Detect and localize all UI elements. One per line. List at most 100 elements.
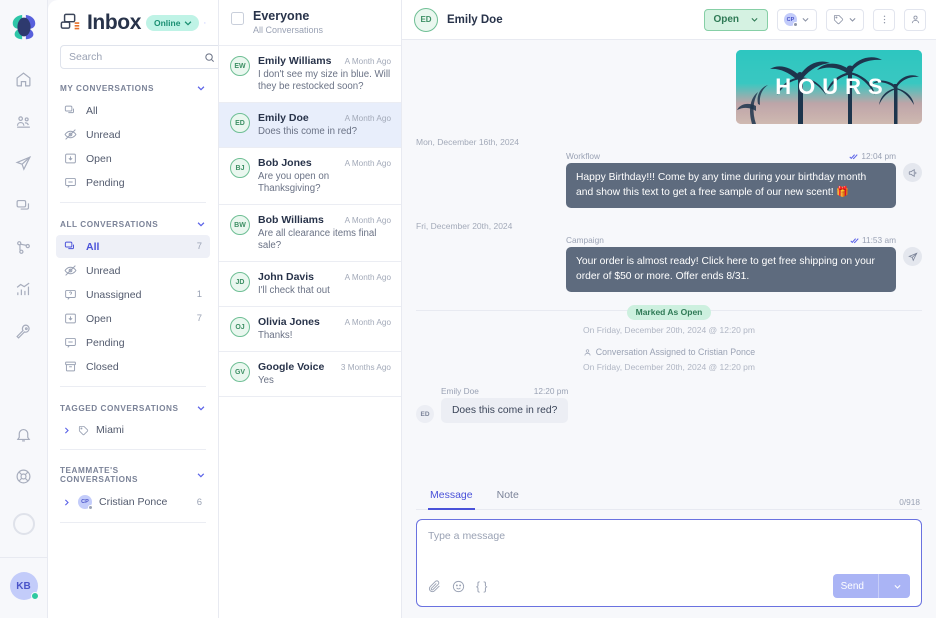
- inbox-down-icon: [64, 152, 77, 165]
- section-title: TAGGED CONVERSATIONS: [60, 403, 179, 413]
- conversation-list-subtitle: All Conversations: [253, 25, 324, 35]
- section-all-conversations-header[interactable]: ALL CONVERSATIONS: [48, 211, 218, 235]
- conversation-item[interactable]: GV Google Voice 3 Months Ago Yes: [219, 352, 401, 397]
- chevron-down-icon[interactable]: [893, 582, 902, 591]
- sidebar-divider: [60, 386, 206, 387]
- sidebar-item-my-unread[interactable]: Unread: [56, 123, 210, 146]
- conversation-panel: ED Emily Doe Open CP HOURS Mon, December…: [402, 0, 936, 618]
- global-nav-rail: KB: [0, 0, 48, 618]
- message-bubble: Your order is almost ready! Click here t…: [566, 247, 896, 292]
- message-time: 11:53 am: [850, 235, 896, 245]
- support-icon: [16, 469, 31, 483]
- rail-item-workflows[interactable]: [7, 230, 41, 264]
- tab-note[interactable]: Note: [495, 481, 521, 509]
- settings-wrench-icon: [16, 324, 30, 339]
- message-input[interactable]: [428, 529, 910, 574]
- message-thread[interactable]: HOURS Mon, December 16th, 2024 Workflow …: [402, 40, 936, 481]
- conversation-name: Bob Jones: [258, 157, 312, 169]
- status-dropdown[interactable]: Open: [704, 8, 768, 31]
- conversation-item[interactable]: EW Emily Williams A Month Ago I don't se…: [219, 46, 401, 103]
- eye-off-icon: [64, 264, 77, 277]
- search-input[interactable]: [69, 51, 204, 63]
- rail-item-notifications[interactable]: [7, 417, 41, 451]
- analytics-icon: [16, 282, 30, 295]
- inbox-sidebar: Inbox Online MY CONVERSATIONS: [48, 0, 219, 618]
- sidebar-item-label: Pending: [86, 336, 125, 349]
- brand-logo[interactable]: [9, 12, 39, 42]
- attachment-button[interactable]: [428, 579, 441, 593]
- sidebar-item-open[interactable]: Open 7: [56, 307, 210, 330]
- sidebar-item-unassigned[interactable]: Unassigned 1: [56, 283, 210, 306]
- contact-panel-button[interactable]: [904, 8, 926, 31]
- emoji-button[interactable]: [452, 580, 465, 593]
- chat-bubbles-icon: [64, 240, 77, 253]
- composer-box[interactable]: { } Send: [416, 519, 922, 607]
- avatar-initials: EW: [234, 62, 246, 70]
- sidebar-item-my-pending[interactable]: Pending: [56, 171, 210, 194]
- system-event-time: On Friday, December 20th, 2024 @ 12:20 p…: [583, 362, 755, 372]
- rail-item-inbox[interactable]: [7, 188, 41, 222]
- rail-item-contacts[interactable]: [7, 104, 41, 138]
- conversation-item[interactable]: ED Emily Doe A Month Ago Does this come …: [219, 103, 401, 148]
- rail-item-settings[interactable]: [7, 314, 41, 348]
- select-all-checkbox[interactable]: [231, 12, 244, 25]
- conversation-item[interactable]: BW Bob Williams A Month Ago Are all clea…: [219, 205, 401, 262]
- variable-button[interactable]: { }: [476, 579, 487, 593]
- message-composer: Message Note 0/918 { } Send: [402, 481, 936, 618]
- conversation-time: A Month Ago: [344, 57, 391, 66]
- user-avatar-initials: KB: [16, 580, 31, 592]
- date-separator: Mon, December 16th, 2024: [416, 137, 520, 147]
- conversation-name: Google Voice: [258, 361, 325, 373]
- conversation-item[interactable]: BJ Bob Jones A Month Ago Are you open on…: [219, 148, 401, 205]
- chevron-right-icon: [64, 426, 69, 434]
- conversation-item[interactable]: JD John Davis A Month Ago I'll check tha…: [219, 262, 401, 307]
- send-button[interactable]: Send: [832, 574, 910, 598]
- tag-dropdown[interactable]: [826, 8, 864, 31]
- more-options-button[interactable]: [873, 8, 895, 31]
- megaphone-icon: [908, 168, 916, 177]
- sidebar-divider: [60, 449, 206, 450]
- assignee-dropdown[interactable]: CP: [777, 8, 817, 31]
- sidebar-item-my-open[interactable]: Open: [56, 147, 210, 170]
- sidebar-item-my-all[interactable]: All: [56, 99, 210, 122]
- avatar-initials: ED: [420, 410, 430, 418]
- chevron-down-icon: [751, 17, 758, 22]
- section-tagged-header[interactable]: TAGGED CONVERSATIONS: [48, 395, 218, 419]
- contacts-icon: [16, 115, 30, 128]
- conversation-snippet: Thanks!: [258, 330, 293, 341]
- sidebar-item-tag-miami[interactable]: Miami: [48, 419, 218, 441]
- avatar: BW: [230, 215, 250, 235]
- sidebar-item-label: All: [86, 240, 100, 253]
- search-box[interactable]: [60, 45, 218, 69]
- rail-item-campaigns[interactable]: [7, 146, 41, 180]
- chevron-down-icon: [802, 17, 809, 22]
- chevron-down-icon: [197, 406, 205, 411]
- rail-item-analytics[interactable]: [7, 272, 41, 306]
- help-icon[interactable]: [204, 16, 206, 30]
- sidebar-item-pending[interactable]: Pending: [56, 331, 210, 354]
- system-assignment-event: Conversation Assigned to Cristian Ponce: [416, 347, 922, 357]
- conversation-time: A Month Ago: [344, 159, 391, 168]
- section-teammates-header[interactable]: TEAMMATE'S CONVERSATIONS: [48, 458, 218, 490]
- user-avatar[interactable]: KB: [9, 572, 39, 600]
- sidebar-item-all[interactable]: All 7: [56, 235, 210, 258]
- message-time-label: 11:53 am: [862, 235, 896, 245]
- question-box-icon: [64, 288, 77, 301]
- conversation-snippet: Are you open on Thanksgiving?: [258, 171, 330, 194]
- conversation-list-header: Everyone All Conversations: [219, 0, 401, 46]
- sidebar-item-teammate-cristian-ponce[interactable]: CP Cristian Ponce 6: [48, 490, 218, 514]
- sidebar-item-unread[interactable]: Unread: [56, 259, 210, 282]
- teammate-avatar-initials: CP: [81, 499, 89, 505]
- rail-item-support[interactable]: [7, 459, 41, 493]
- chevron-down-icon: [197, 86, 205, 91]
- sidebar-item-label: Unread: [86, 128, 121, 141]
- conversation-item[interactable]: OJ Olivia Jones A Month Ago Thanks!: [219, 307, 401, 352]
- sidebar-item-closed[interactable]: Closed: [56, 355, 210, 378]
- sidebar-scroll: MY CONVERSATIONS All Unread Open Pending…: [48, 69, 218, 618]
- tab-message[interactable]: Message: [428, 481, 475, 510]
- avatar: OJ: [230, 317, 250, 337]
- section-my-conversations-header[interactable]: MY CONVERSATIONS: [48, 75, 218, 99]
- online-status-badge[interactable]: Online: [146, 15, 200, 31]
- message-image-attachment[interactable]: HOURS: [736, 50, 922, 124]
- rail-item-home[interactable]: [7, 62, 41, 96]
